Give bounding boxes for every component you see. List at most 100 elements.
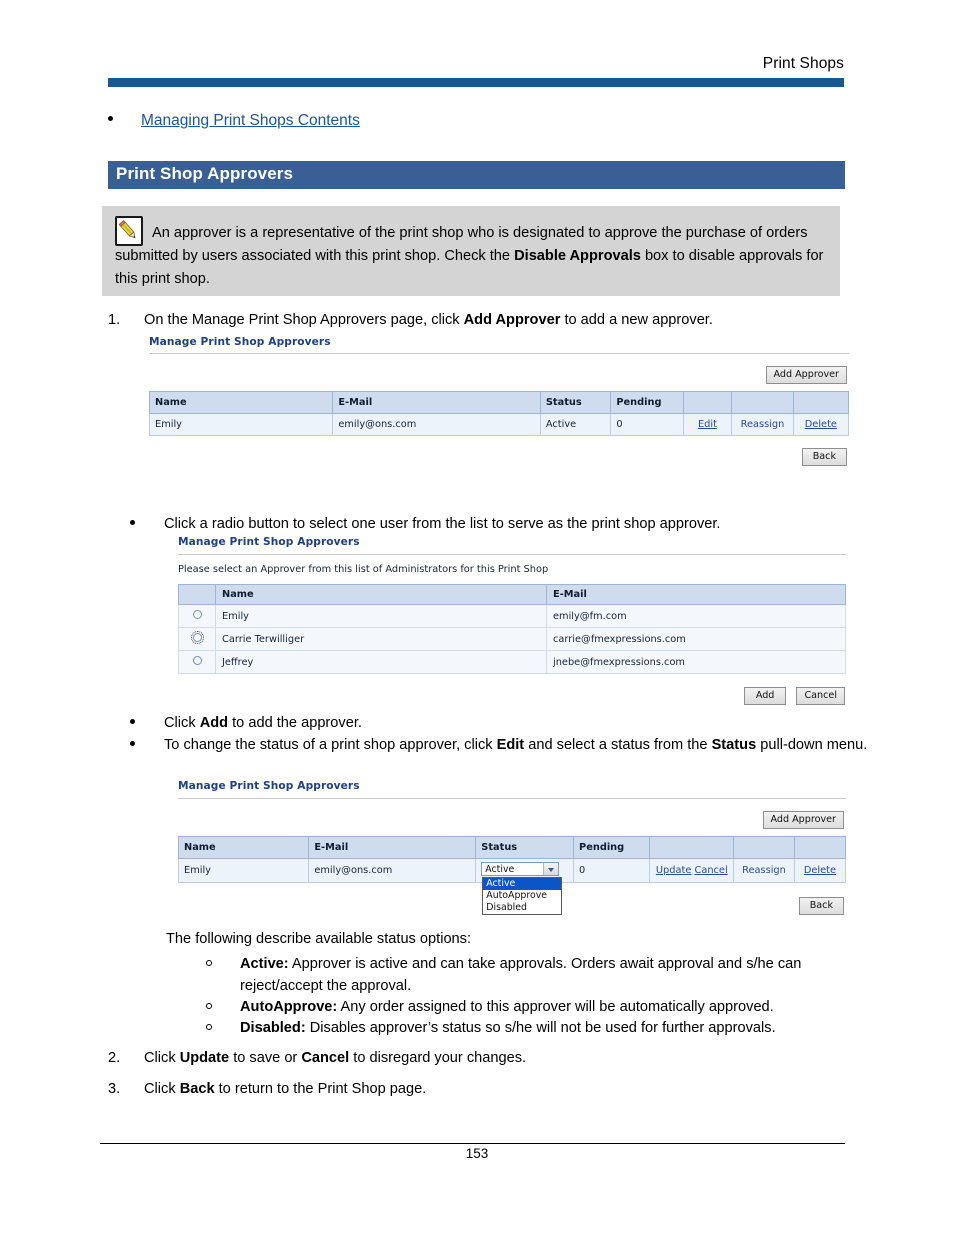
step-2-marker: 2. xyxy=(108,1050,121,1066)
status-option-autoapprove-text: AutoApprove: Any order assigned to this … xyxy=(240,996,864,1018)
shot2-add-button[interactable]: Add xyxy=(743,687,787,705)
screenshot-edit-status: Manage Print Shop Approvers Add Approver… xyxy=(177,780,847,915)
step-2-bold1: Update xyxy=(179,1050,230,1066)
shot2-col-name: Name xyxy=(215,584,547,605)
shot3-update-link[interactable]: Update xyxy=(656,865,691,876)
shot3-col-blank2 xyxy=(733,836,795,859)
shot3-header-row: Name E-Mail Status Pending xyxy=(177,836,847,859)
note-callout: An approver is a representative of the p… xyxy=(102,206,840,296)
shot2-instruction: Please select an Approver from this list… xyxy=(178,564,549,575)
shot3-cell-name: Emily xyxy=(177,858,310,883)
bullet-status-b: and select a status from the xyxy=(524,737,712,753)
header-rule xyxy=(108,78,844,87)
shot3-cell-email: emily@ons.com xyxy=(308,858,477,883)
circle-bullet-icon xyxy=(204,1017,234,1039)
opt-disabled-desc: Disables approver’s status so s/he will … xyxy=(305,1020,776,1036)
running-header-title: Print Shops xyxy=(762,55,844,72)
bullet-status-bold1: Edit xyxy=(496,737,525,753)
shot2-email-jeffrey: jnebe@fmexpressions.com xyxy=(546,650,846,674)
step-2-c: to disregard your changes. xyxy=(349,1050,527,1066)
shot3-col-blank1 xyxy=(649,836,735,859)
shot3-cancel-link[interactable]: Cancel xyxy=(694,865,727,876)
shot3-add-approver-button[interactable]: Add Approver xyxy=(762,811,844,829)
shot3-reassign-link[interactable]: Reassign xyxy=(742,865,786,876)
step-3-a: Click xyxy=(144,1081,180,1097)
bullet-dot-icon xyxy=(128,513,158,535)
shot2-radio-emily[interactable] xyxy=(192,610,202,619)
shot3-title: Manage Print Shop Approvers xyxy=(178,780,360,792)
status-dropdown-list[interactable]: Active AutoApprove Disabled xyxy=(482,877,563,915)
bullet-dot-icon xyxy=(108,116,113,121)
shot1-col-email: E-Mail xyxy=(332,391,541,414)
step-2-bold2: Cancel xyxy=(301,1050,350,1066)
step-3-bold: Back xyxy=(179,1081,215,1097)
status-option-autoapprove[interactable]: AutoApprove xyxy=(483,890,561,902)
shot2-cancel-button[interactable]: Cancel xyxy=(796,687,845,705)
shot3-col-status: Status xyxy=(475,836,575,859)
shot1-edit-link[interactable]: Edit xyxy=(698,419,717,430)
step-1-bold: Add Approver xyxy=(463,312,561,328)
shot1-col-blank3 xyxy=(792,391,850,414)
opt-autoapprove-desc: Any order assigned to this approver will… xyxy=(337,999,774,1015)
step-1-text-b: to add a new approver. xyxy=(560,312,713,328)
shot1-col-blank2 xyxy=(731,391,794,414)
shot1-delete-link[interactable]: Delete xyxy=(805,419,837,430)
note-text: An approver is a representative of the p… xyxy=(115,222,827,291)
shot2-radio-jeffrey[interactable] xyxy=(192,656,202,665)
opt-active-bold: Active: xyxy=(240,956,289,972)
table-row: Carrie Terwilliger carrie@fmexpressions.… xyxy=(178,627,846,651)
shot2-name-carrie: Carrie Terwilliger xyxy=(215,627,547,651)
document-page: Print Shops Managing Print Shops Content… xyxy=(0,0,954,1235)
shot3-cell-pending: 0 xyxy=(573,858,651,883)
shot1-back-button[interactable]: Back xyxy=(801,448,847,466)
shot1-reassign-link[interactable]: Reassign xyxy=(741,419,785,430)
shot1-divider xyxy=(149,353,849,354)
shot3-col-email: E-Mail xyxy=(308,836,477,859)
managing-print-shops-contents-link[interactable]: Managing Print Shops Contents xyxy=(141,112,360,130)
step-3-b: to return to the Print Shop page. xyxy=(214,1081,427,1097)
opt-autoapprove-bold: AutoApprove: xyxy=(240,999,338,1015)
shot1-add-approver-button[interactable]: Add Approver xyxy=(765,366,847,384)
shot2-admin-table: Name E-Mail Emily emily@fm.com Carrie Te… xyxy=(178,584,846,674)
shot2-name-jeffrey: Jeffrey xyxy=(215,650,547,674)
table-row: Emily emily@fm.com xyxy=(178,604,846,628)
step-3-text: Click Back to return to the Print Shop p… xyxy=(144,1078,844,1100)
screenshot-select-approver: Manage Print Shop Approvers Please selec… xyxy=(178,536,846,705)
shot2-header-row: Name E-Mail xyxy=(178,584,846,605)
shot3-back-button[interactable]: Back xyxy=(798,897,844,915)
chevron-down-icon[interactable] xyxy=(543,863,559,875)
status-option-active-text: Active: Approver is active and can take … xyxy=(240,953,864,997)
shot1-col-pending: Pending xyxy=(610,391,684,414)
opt-active-desc: Approver is active and can take approval… xyxy=(240,956,802,994)
status-select[interactable]: Active Active AutoApprove Disabled xyxy=(481,862,563,915)
shot2-col-radio xyxy=(178,584,216,605)
shot3-divider xyxy=(178,798,846,799)
shot1-cell-pending: 0 xyxy=(610,413,684,436)
status-option-active[interactable]: Active xyxy=(483,878,562,890)
circle-bullet-icon xyxy=(204,953,234,975)
shot1-col-status: Status xyxy=(539,391,612,414)
circle-bullet-icon xyxy=(204,996,234,1018)
note-bold-term: Disable Approvals xyxy=(514,248,641,264)
shot2-title: Manage Print Shop Approvers xyxy=(178,536,360,548)
shot3-delete-link[interactable]: Delete xyxy=(804,865,836,876)
section-banner: Print Shop Approvers xyxy=(108,161,845,189)
bullet-dot-icon xyxy=(128,712,158,734)
table-row: Emily emily@ons.com Active 0 Edit Reassi… xyxy=(148,413,850,436)
shot2-divider xyxy=(178,554,846,555)
screenshot-manage-approvers-list: Manage Print Shop Approvers Add Approver… xyxy=(148,336,850,466)
footer-rule xyxy=(100,1143,845,1144)
step-1-text: On the Manage Print Shop Approvers page,… xyxy=(144,309,844,331)
shot2-email-carrie: carrie@fmexpressions.com xyxy=(546,627,846,651)
shot2-radio-carrie[interactable] xyxy=(190,631,204,644)
step-1-text-a: On the Manage Print Shop Approvers page,… xyxy=(144,312,464,328)
bullet-radio-text: Click a radio button to select one user … xyxy=(164,516,721,532)
bullet-add-a: Click xyxy=(164,715,200,731)
step-2-a: Click xyxy=(144,1050,180,1066)
shot2-col-email: E-Mail xyxy=(546,584,846,605)
status-select-value: Active xyxy=(485,864,515,875)
status-option-disabled[interactable]: Disabled xyxy=(483,902,561,914)
step-3-marker: 3. xyxy=(108,1081,121,1097)
opt-disabled-bold: Disabled: xyxy=(240,1020,306,1036)
step-1-marker: 1. xyxy=(108,312,121,328)
